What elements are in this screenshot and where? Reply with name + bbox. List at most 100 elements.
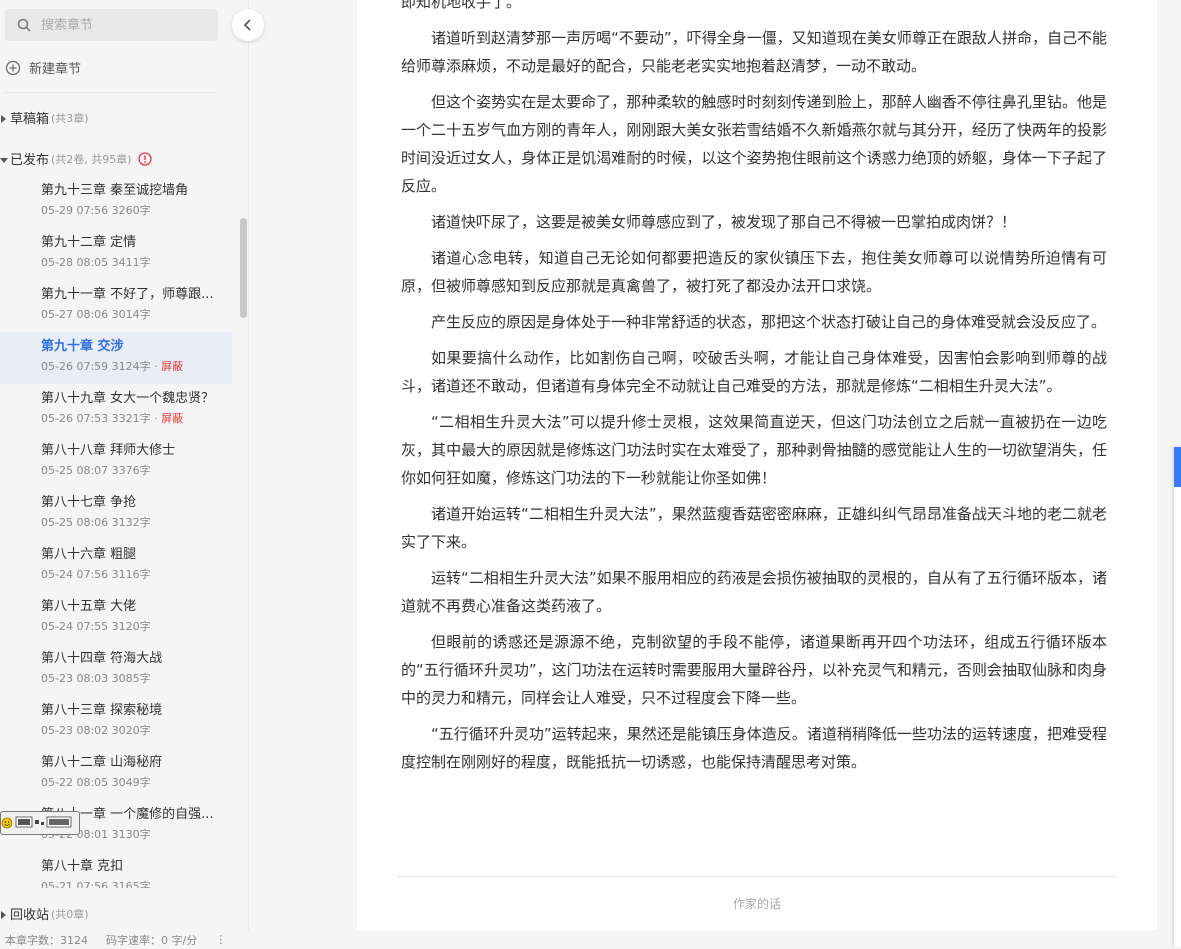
- chapter-meta: 05-23 08:03 3085字: [41, 672, 232, 686]
- word-count: 本章字数：3124: [5, 933, 88, 947]
- published-count: (共2卷, 共95章): [51, 152, 132, 166]
- chapter-title: 第九十章 交涉: [41, 339, 124, 354]
- drafts-count: (共3章): [51, 111, 89, 125]
- chapter-item[interactable]: 第八十五章 大佬 05-24 07:55 3120字: [0, 592, 232, 644]
- chapter-item[interactable]: 第八十六章 粗腿 05-24 07:56 3116字: [0, 540, 232, 592]
- chapter-meta: 05-21 07:56 3165字: [41, 880, 232, 888]
- chapter-word-count: 3321字: [111, 412, 151, 425]
- blocked-badge: 屏蔽: [161, 360, 184, 373]
- chapter-meta: 05-29 07:56 3260字: [41, 204, 232, 218]
- chapter-item[interactable]: 第八十七章 争抢 05-25 08:06 3132字: [0, 488, 232, 540]
- warning-icon[interactable]: [137, 151, 152, 166]
- paragraph[interactable]: 产生反应的原因是身体处于一种非常舒适的状态，那把这个状态打破让自己的身体难受就会…: [401, 308, 1107, 336]
- drafts-group[interactable]: 草稿箱 (共3章): [0, 108, 89, 127]
- keyboard-icon: [15, 814, 75, 833]
- chapter-editor[interactable]: 即知机地收手了。诸道听到赵清梦那一声厉喝“不要动”，吓得全身一僵，又知道现在美女…: [357, 0, 1157, 930]
- chapter-date: 05-25 08:06: [41, 516, 109, 529]
- chapter-word-count: 3130字: [111, 828, 151, 841]
- chapter-item[interactable]: 第九十三章 秦至诚挖墙角 05-29 07:56 3260字: [0, 176, 232, 228]
- paragraph[interactable]: 诸道心念电转，知道自己无论如何都要把造反的家伙镇压下去，抱住美女师尊可以说情势所…: [401, 244, 1107, 300]
- chapter-date: 05-23 08:02: [41, 724, 109, 737]
- published-group[interactable]: 已发布 (共2卷, 共95章): [0, 149, 152, 168]
- chapter-meta: 05-27 08:06 3014字: [41, 308, 232, 322]
- paragraph[interactable]: 诸道快吓尿了，这要是被美女师尊感应到了，被发现了那自己不得被一巴掌拍成肉饼？！: [401, 208, 1107, 236]
- chapter-meta: 05-22 08:05 3049字: [41, 776, 232, 790]
- chapter-meta: 05-26 07:59 3124字 · 屏蔽: [41, 360, 184, 373]
- divider: [5, 92, 217, 93]
- chapter-item[interactable]: 第八十章 克扣 05-21 07:56 3165字: [0, 852, 232, 888]
- chapter-title: 第八十九章 女大一个魏忠贤？: [41, 391, 215, 406]
- chapter-word-count: 3165字: [111, 880, 151, 888]
- chapter-word-count: 3124字: [111, 360, 151, 373]
- recycle-group[interactable]: 回收站 (共0章): [0, 904, 89, 923]
- paragraph[interactable]: 诸道听到赵清梦那一声厉喝“不要动”，吓得全身一僵，又知道现在美女师尊正在跟敌人拼…: [401, 24, 1107, 80]
- drafts-label: 草稿箱: [10, 112, 50, 127]
- paragraph[interactable]: “二相相生升灵大法”可以提升修士灵根，这效果简直逆天，但这门功法创立之后就一直被…: [401, 408, 1107, 492]
- paragraph[interactable]: 诸道开始运转“二相相生升灵大法”，果然蓝瘦香菇密密麻麻，正雄纠纠气昂昂准备战天斗…: [401, 500, 1107, 556]
- chapter-item[interactable]: 第九十章 交涉 05-26 07:59 3124字 · 屏蔽: [0, 332, 232, 384]
- paragraph[interactable]: 即知机地收手了。: [401, 0, 1107, 16]
- side-panel-accent: [1174, 447, 1181, 487]
- chapter-date: 05-28 08:05: [41, 256, 109, 269]
- chapter-title: 第八十二章 山海秘府: [41, 755, 163, 770]
- chapter-date: 05-27 08:06: [41, 308, 109, 321]
- chapter-item[interactable]: 第八十四章 符海大战 05-23 08:03 3085字: [0, 644, 232, 696]
- chapter-meta: 05-28 08:05 3411字: [41, 256, 232, 270]
- chapter-item[interactable]: 第八十九章 女大一个魏忠贤？ 05-26 07:53 3321字 · 屏蔽: [0, 384, 232, 436]
- chapter-title: 第九十一章 不好了，师尊跟...: [41, 287, 214, 302]
- search-input[interactable]: [39, 16, 213, 34]
- chapter-item[interactable]: 第八十三章 探索秘境 05-23 08:02 3020字: [0, 696, 232, 748]
- chapter-word-count: 3132字: [111, 516, 151, 529]
- chapter-title: 第八十七章 争抢: [41, 495, 137, 510]
- sidebar-scrollbar[interactable]: [240, 218, 247, 318]
- chapter-word-count: 3049字: [111, 776, 151, 789]
- author-note-label[interactable]: 作家的话: [357, 895, 1157, 912]
- chapter-item[interactable]: 第九十一章 不好了，师尊跟... 05-27 08:06 3014字: [0, 280, 232, 332]
- chapter-date: 05-22 08:05: [41, 776, 109, 789]
- typing-speed: 码字速率：0 字/分: [106, 933, 198, 947]
- chapter-meta: 05-23 08:02 3020字: [41, 724, 232, 738]
- caret-right-icon: [0, 909, 8, 919]
- chapter-meta: 05-24 07:56 3116字: [41, 568, 232, 582]
- recycle-count: (共0章): [51, 907, 89, 921]
- emoji-icon: [1, 814, 13, 833]
- chapter-title: 第八十三章 探索秘境: [41, 703, 163, 718]
- more-icon[interactable]: ⋮: [215, 933, 226, 946]
- chapter-title: 第九十二章 定情: [41, 235, 137, 250]
- chapter-list: 第九十三章 秦至诚挖墙角 05-29 07:56 3260字 第九十二章 定情 05-…: [0, 176, 232, 888]
- chapter-sidebar: 新建章节 草稿箱 (共3章) 已发布 (共2卷, 共95章) 第九十三章 秦至诚…: [0, 0, 249, 930]
- chapter-date: 05-21 07:56: [41, 880, 109, 888]
- blocked-badge: 屏蔽: [161, 412, 184, 425]
- collapse-sidebar-button[interactable]: [232, 9, 264, 41]
- published-label: 已发布: [10, 153, 50, 168]
- chapter-title: 第八十四章 符海大战: [41, 651, 163, 666]
- paragraph[interactable]: 运转“二相相生升灵大法”如果不服用相应的药液是会损伤被抽取的灵根的，自从有了五行…: [401, 564, 1107, 620]
- new-chapter-button[interactable]: 新建章节: [5, 58, 81, 77]
- chapter-title: 第九十三章 秦至诚挖墙角: [41, 183, 189, 198]
- recycle-label: 回收站: [10, 908, 50, 923]
- paragraph[interactable]: 但眼前的诱惑还是源源不绝，克制欲望的手段不能停，诸道果断再开四个功法环，组成五行…: [401, 628, 1107, 712]
- chapter-meta: 05-24 07:55 3120字: [41, 620, 232, 634]
- chapter-date: 05-24 07:55: [41, 620, 109, 633]
- floating-tool-widget[interactable]: [0, 811, 80, 835]
- chapter-title: 第八十八章 拜师大修士: [41, 443, 176, 458]
- chapter-word-count: 3120字: [111, 620, 151, 633]
- search-box[interactable]: [5, 9, 218, 41]
- search-icon: [15, 16, 33, 34]
- paragraph[interactable]: “五行循环升灵功”运转起来，果然还是能镇压身体造反。诸道稍稍降低一些功法的运转速…: [401, 720, 1107, 776]
- chapter-item[interactable]: 第八十八章 拜师大修士 05-25 08:07 3376字: [0, 436, 232, 488]
- chapter-date: 05-23 08:03: [41, 672, 109, 685]
- chapter-item[interactable]: 第八十二章 山海秘府 05-22 08:05 3049字: [0, 748, 232, 800]
- paragraph[interactable]: 如果要搞什么动作，比如割伤自己啊，咬破舌头啊，才能让自己身体难受，因害怕会影响到…: [401, 344, 1107, 400]
- caret-right-icon: [0, 113, 8, 123]
- chapter-word-count: 3014字: [111, 308, 151, 321]
- side-panel-edge[interactable]: [1173, 447, 1181, 947]
- chapter-title: 第八十五章 大佬: [41, 599, 137, 614]
- chapter-date: 05-24 07:56: [41, 568, 109, 581]
- editor-body[interactable]: 即知机地收手了。诸道听到赵清梦那一声厉喝“不要动”，吓得全身一僵，又知道现在美女…: [401, 0, 1107, 784]
- chapter-word-count: 3376字: [111, 464, 151, 477]
- paragraph[interactable]: 但这个姿势实在是太要命了，那种柔软的触感时时刻刻传递到脸上，那醉人幽香不停往鼻孔…: [401, 88, 1107, 200]
- chapter-date: 05-26 07:59: [41, 360, 109, 373]
- chapter-meta: 05-25 08:07 3376字: [41, 464, 232, 478]
- chapter-item[interactable]: 第九十二章 定情 05-28 08:05 3411字: [0, 228, 232, 280]
